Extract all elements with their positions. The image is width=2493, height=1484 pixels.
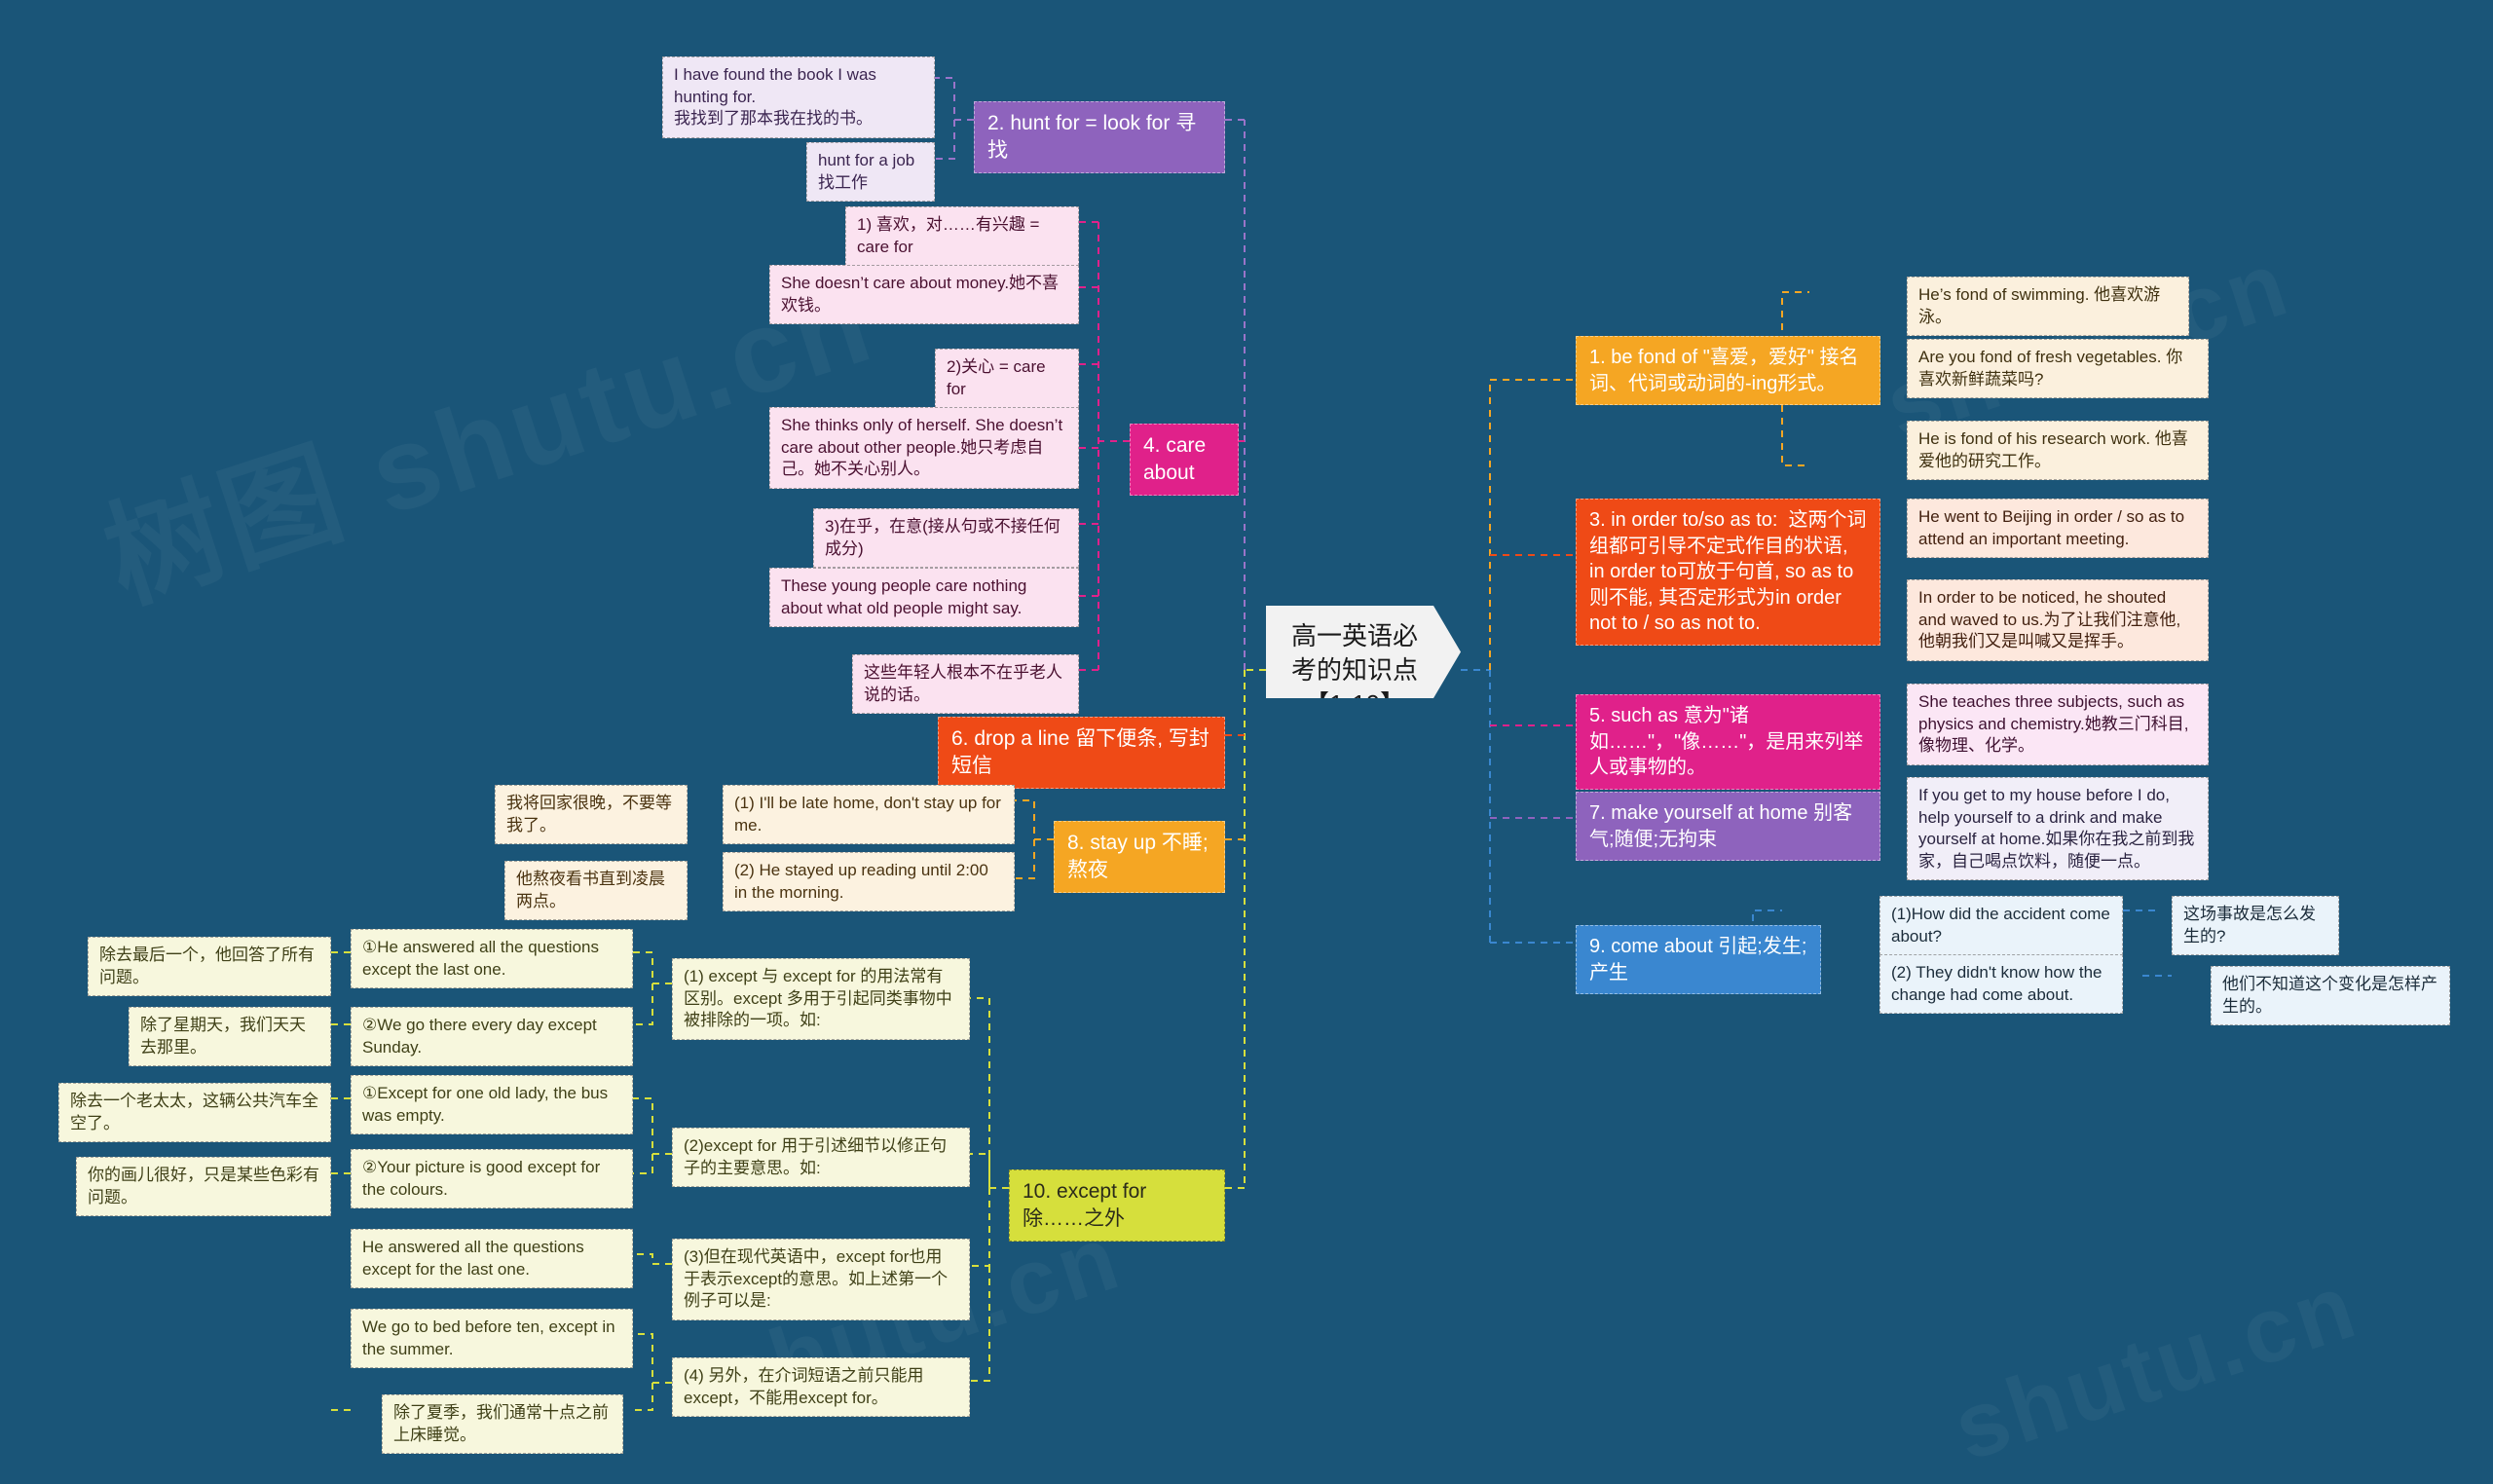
leaf-except-rule-3-example-1[interactable]: He answered all the questions except for…	[351, 1229, 633, 1289]
leaf-except-rule-1[interactable]: (1) except 与 except for 的用法常有区别。except 多…	[672, 958, 970, 1040]
leaf-care-about-7[interactable]: 这些年轻人根本不在乎老人说的话。	[852, 654, 1079, 715]
branch-except-for[interactable]: 10. except for 除……之外	[1009, 1169, 1225, 1242]
mindmap-canvas: 树图 shutu.cn shutu.cn shutu.cn shutu.cn	[0, 0, 2493, 1484]
leaf-care-about-5[interactable]: 3)在乎，在意(接从句或不接任何成分)	[813, 508, 1079, 569]
leaf-come-about-translation-2[interactable]: 他们不知道这个变化是怎样产生的。	[2211, 966, 2450, 1026]
leaf-make-yourself-at-home-example-1[interactable]: If you get to my house before I do, help…	[1907, 777, 2209, 881]
leaf-except-rule-4[interactable]: (4) 另外，在介词短语之前只能用except，不能用except for。	[672, 1357, 970, 1418]
leaf-except-rule-1-translation-2[interactable]: 除了星期天，我们天天去那里。	[129, 1007, 331, 1067]
branch-come-about[interactable]: 9. come about 引起;发生;产生	[1576, 925, 1821, 995]
branch-make-yourself-at-home[interactable]: 7. make yourself at home 别客气;随便;无拘束	[1576, 792, 1880, 862]
leaf-except-rule-1-example-1[interactable]: ①He answered all the questions except th…	[351, 929, 633, 989]
leaf-in-order-to-example-2[interactable]: In order to be noticed, he shouted and w…	[1907, 579, 2209, 661]
leaf-come-about-example-1[interactable]: (1)How did the accident come about?	[1879, 896, 2123, 956]
leaf-hunt-for-example-1[interactable]: I have found the book I was hunting for.…	[662, 56, 935, 138]
leaf-except-rule-1-translation-1[interactable]: 除去最后一个，他回答了所有问题。	[88, 937, 331, 997]
leaf-except-rule-2[interactable]: (2)except for 用于引述细节以修正句子的主要意思。如:	[672, 1128, 970, 1188]
leaf-be-fond-of-example-2[interactable]: Are you fond of fresh vegetables. 你喜欢新鲜蔬…	[1907, 339, 2209, 399]
leaf-care-about-2[interactable]: She doesn’t care about money.她不喜欢钱。	[769, 265, 1079, 325]
leaf-except-rule-4-example-1[interactable]: We go to bed before ten, except in the s…	[351, 1309, 633, 1369]
center-title-node[interactable]: 高一英语必考的知识点【1-10】	[1266, 606, 1461, 698]
leaf-care-about-3[interactable]: 2)关心 = care for	[935, 349, 1079, 409]
leaf-such-as-example-1[interactable]: She teaches three subjects, such as phys…	[1907, 684, 2209, 765]
leaf-come-about-example-2[interactable]: (2) They didn't know how the change had …	[1879, 954, 2123, 1015]
branch-drop-a-line[interactable]: 6. drop a line 留下便条, 写封短信	[938, 717, 1225, 789]
leaf-except-rule-2-example-1[interactable]: ①Except for one old lady, the bus was em…	[351, 1075, 633, 1135]
branch-stay-up[interactable]: 8. stay up 不睡;熬夜	[1054, 821, 1225, 893]
leaf-care-about-4[interactable]: She thinks only of herself. She doesn’t …	[769, 407, 1079, 489]
branch-such-as[interactable]: 5. such as 意为"诸如……"，"像……"，是用来列举人或事物的。	[1576, 694, 1880, 790]
leaf-be-fond-of-example-1[interactable]: He’s fond of swimming. 他喜欢游泳。	[1907, 277, 2189, 337]
leaf-stay-up-example-1[interactable]: (1) I'll be late home, don't stay up for…	[723, 785, 1015, 845]
watermark: shutu.cn	[1942, 1253, 2371, 1483]
branch-care-about[interactable]: 4. care about	[1130, 424, 1239, 496]
branch-in-order-to[interactable]: 3. in order to/so as to: 这两个词组都可引导不定式作目的…	[1576, 499, 1880, 646]
leaf-except-rule-2-translation-2[interactable]: 你的画儿很好，只是某些色彩有问题。	[76, 1157, 331, 1217]
leaf-stay-up-translation-2[interactable]: 他熬夜看书直到凌晨两点。	[504, 861, 688, 921]
leaf-stay-up-translation-1[interactable]: 我将回家很晚，不要等我了。	[495, 785, 688, 845]
leaf-come-about-translation-1[interactable]: 这场事故是怎么发生的?	[2172, 896, 2339, 956]
leaf-except-rule-2-translation-1[interactable]: 除去一个老太太，这辆公共汽车全空了。	[58, 1083, 331, 1143]
leaf-except-rule-4-translation-1[interactable]: 除了夏季，我们通常十点之前上床睡觉。	[382, 1394, 623, 1455]
leaf-hunt-for-example-2[interactable]: hunt for a job 找工作	[806, 142, 935, 203]
branch-hunt-for[interactable]: 2. hunt for = look for 寻找	[974, 101, 1225, 173]
leaf-in-order-to-example-1[interactable]: He went to Beijing in order / so as to a…	[1907, 499, 2209, 559]
leaf-stay-up-example-2[interactable]: (2) He stayed up reading until 2:00 in t…	[723, 852, 1015, 912]
branch-be-fond-of[interactable]: 1. be fond of "喜爱，爱好" 接名词、代词或动词的-ing形式。	[1576, 336, 1880, 406]
leaf-care-about-1[interactable]: 1) 喜欢，对……有兴趣 = care for	[845, 206, 1079, 267]
leaf-except-rule-3[interactable]: (3)但在现代英语中，except for也用于表示except的意思。如上述第…	[672, 1239, 970, 1320]
leaf-be-fond-of-example-3[interactable]: He is fond of his research work. 他喜爱他的研究…	[1907, 421, 2209, 481]
leaf-except-rule-1-example-2[interactable]: ②We go there every day except Sunday.	[351, 1007, 633, 1067]
leaf-care-about-6[interactable]: These young people care nothing about wh…	[769, 568, 1079, 628]
leaf-except-rule-2-example-2[interactable]: ②Your picture is good except for the col…	[351, 1149, 633, 1209]
